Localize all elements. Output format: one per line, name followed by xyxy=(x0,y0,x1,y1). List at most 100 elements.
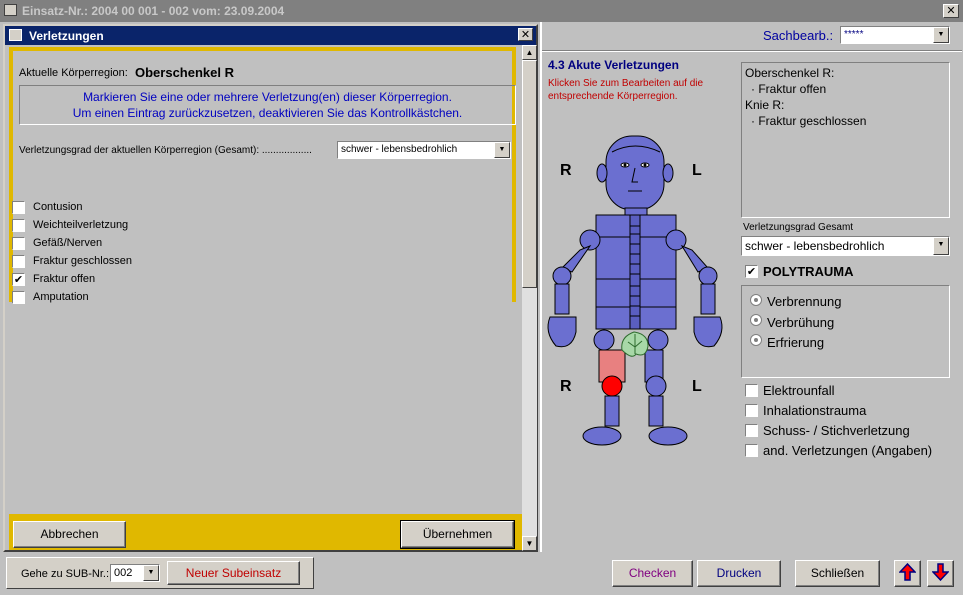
check-button[interactable]: Checken xyxy=(612,560,693,587)
scroll-down-icon[interactable]: ▼ xyxy=(522,536,537,551)
radio-verbruehung[interactable] xyxy=(750,314,762,326)
body-region-hip-r[interactable] xyxy=(593,329,615,351)
body-region-shin-l[interactable] xyxy=(648,395,664,427)
sub-select[interactable]: 002 ▼ xyxy=(110,564,160,582)
injury-checkbox[interactable]: ✔ xyxy=(12,273,25,286)
extra-label: Inhalationstrauma xyxy=(763,403,867,418)
print-button[interactable]: Drucken xyxy=(697,560,781,587)
section-title: 4.3 Akute Verletzungen xyxy=(548,58,679,72)
radio-label: Erfrierung xyxy=(767,335,825,350)
info-line-1: Markieren Sie eine oder mehrere Verletzu… xyxy=(83,90,452,104)
dialog-title: Verletzungen xyxy=(29,29,104,43)
grade-select-value: schwer - lebensbedrohlich xyxy=(341,144,458,155)
dialog-titlebar: Verletzungen ✕ xyxy=(5,26,536,45)
dialog-close-button[interactable]: ✕ xyxy=(518,28,533,41)
extra-checkbox[interactable] xyxy=(745,384,758,397)
radio-erfrierung[interactable] xyxy=(750,334,762,346)
chevron-down-icon[interactable]: ▼ xyxy=(143,565,159,581)
body-region-hand-l[interactable] xyxy=(693,316,723,348)
scroll-up-icon[interactable]: ▲ xyxy=(522,45,537,60)
body-region-ear-r[interactable] xyxy=(596,163,608,183)
sachbearb-select[interactable]: ***** ▼ xyxy=(840,26,950,44)
extra-label: Schuss- / Stichverletzung xyxy=(763,423,910,438)
chevron-down-icon[interactable]: ▼ xyxy=(494,142,510,158)
summary-line: · Fraktur offen xyxy=(751,82,827,96)
hint-line-1: Klicken Sie zum Bearbeiten auf die xyxy=(548,78,704,89)
chevron-down-icon[interactable]: ▼ xyxy=(933,237,949,255)
grade-total-label: Verletzungsgrad Gesamt xyxy=(743,222,854,233)
body-region-hand-r[interactable] xyxy=(547,316,577,348)
radio-verbrennung[interactable] xyxy=(750,294,762,306)
sachbearb-label: Sachbearb.: xyxy=(763,28,834,43)
grade-label: Verletzungsgrad der aktuellen Körperregi… xyxy=(19,145,312,156)
extra-label: Elektrounfall xyxy=(763,383,835,398)
window-title: Einsatz-Nr.: 2004 00 001 - 002 vom: 23.0… xyxy=(22,4,285,18)
previous-button[interactable] xyxy=(894,560,921,587)
verletzungen-dialog: Verletzungen ✕ Aktuelle Körperregion: Ob… xyxy=(3,24,538,552)
side-label-l-top: L xyxy=(692,162,702,179)
body-region-foot-l[interactable] xyxy=(648,426,688,446)
extra-label: and. Verletzungen (Angaben) xyxy=(763,443,933,458)
extra-checkbox[interactable] xyxy=(745,444,758,457)
side-label-r-top: R xyxy=(560,162,572,179)
injury-summary: Oberschenkel R: · Fraktur offen Knie R: … xyxy=(741,62,950,218)
body-region-hip-l[interactable] xyxy=(647,329,669,351)
side-label-l-bottom: L xyxy=(692,378,702,395)
radio-label: Verbrühung xyxy=(767,315,835,330)
body-figure[interactable] xyxy=(542,122,742,452)
body-region-forearm-l[interactable] xyxy=(700,283,716,315)
polytrauma-label: POLYTRAUMA xyxy=(763,264,854,279)
dialog-scrollbar[interactable]: ▲ ▼ xyxy=(522,45,537,551)
body-region-foot-r[interactable] xyxy=(582,426,622,446)
side-label-r-bottom: R xyxy=(560,378,572,395)
scroll-thumb[interactable] xyxy=(522,60,537,288)
cancel-button[interactable]: Abbrechen xyxy=(13,521,126,548)
sub-nav-group: Gehe zu SUB-Nr.: 002 ▼ Neuer Subeinsatz xyxy=(6,557,314,589)
injury-label: Gefäß/Nerven xyxy=(33,237,103,249)
arrow-up-icon xyxy=(898,562,917,581)
dialog-content: Aktuelle Körperregion: Oberschenkel R Ma… xyxy=(5,45,522,550)
summary-line: · Fraktur geschlossen xyxy=(751,114,867,128)
body-region-head[interactable] xyxy=(605,135,665,211)
injury-label: Weichteilverletzung xyxy=(33,219,129,231)
new-subeinsatz-button[interactable]: Neuer Subeinsatz xyxy=(167,561,300,585)
info-line-2: Um einen Eintrag zurückzusetzen, deaktiv… xyxy=(72,106,463,120)
window-close-button[interactable]: ✕ xyxy=(943,4,959,18)
dialog-icon xyxy=(9,29,22,41)
body-region-knee-l[interactable] xyxy=(645,375,667,397)
divider xyxy=(542,50,962,52)
extra-checkbox[interactable] xyxy=(745,404,758,417)
body-region-forearm-r[interactable] xyxy=(554,283,570,315)
body-region-elbow-l[interactable] xyxy=(698,266,718,286)
body-region-spine[interactable] xyxy=(629,214,641,330)
chevron-down-icon[interactable]: ▼ xyxy=(933,27,949,43)
polytrauma-checkbox[interactable]: ✔ xyxy=(745,265,758,278)
injury-checkbox[interactable] xyxy=(12,255,25,268)
apply-button[interactable]: Übernehmen xyxy=(400,520,515,549)
arrow-down-icon xyxy=(931,563,950,582)
body-region-knee-r[interactable] xyxy=(601,375,623,397)
sub-select-value: 002 xyxy=(114,567,133,579)
grade-select[interactable]: schwer - lebensbedrohlich ▼ xyxy=(337,141,511,159)
info-box: Markieren Sie eine oder mehrere Verletzu… xyxy=(19,85,516,125)
sachbearb-value: ***** xyxy=(844,29,864,40)
close-button[interactable]: Schließen xyxy=(795,560,880,587)
injury-checkbox[interactable] xyxy=(12,201,25,214)
injury-label: Amputation xyxy=(33,291,89,303)
region-value: Oberschenkel R xyxy=(135,65,234,80)
body-region-shoulder-r[interactable] xyxy=(579,229,601,251)
extra-checkbox[interactable] xyxy=(745,424,758,437)
grade-total-select[interactable]: schwer - lebensbedrohlich ▼ xyxy=(741,236,950,256)
grade-total-value: schwer - lebensbedrohlich xyxy=(745,239,885,253)
injury-checkbox[interactable] xyxy=(12,291,25,304)
injury-label: Fraktur offen xyxy=(33,273,96,285)
body-region-ear-l[interactable] xyxy=(662,163,674,183)
body-region-elbow-r[interactable] xyxy=(552,266,572,286)
leaf-icon xyxy=(621,331,649,357)
injury-checkbox[interactable] xyxy=(12,237,25,250)
radio-label: Verbrennung xyxy=(767,294,842,309)
next-button[interactable] xyxy=(927,560,954,587)
injury-checkbox[interactable] xyxy=(12,219,25,232)
body-region-shin-r[interactable] xyxy=(604,395,620,427)
window-titlebar: Einsatz-Nr.: 2004 00 001 - 002 vom: 23.0… xyxy=(0,0,963,22)
